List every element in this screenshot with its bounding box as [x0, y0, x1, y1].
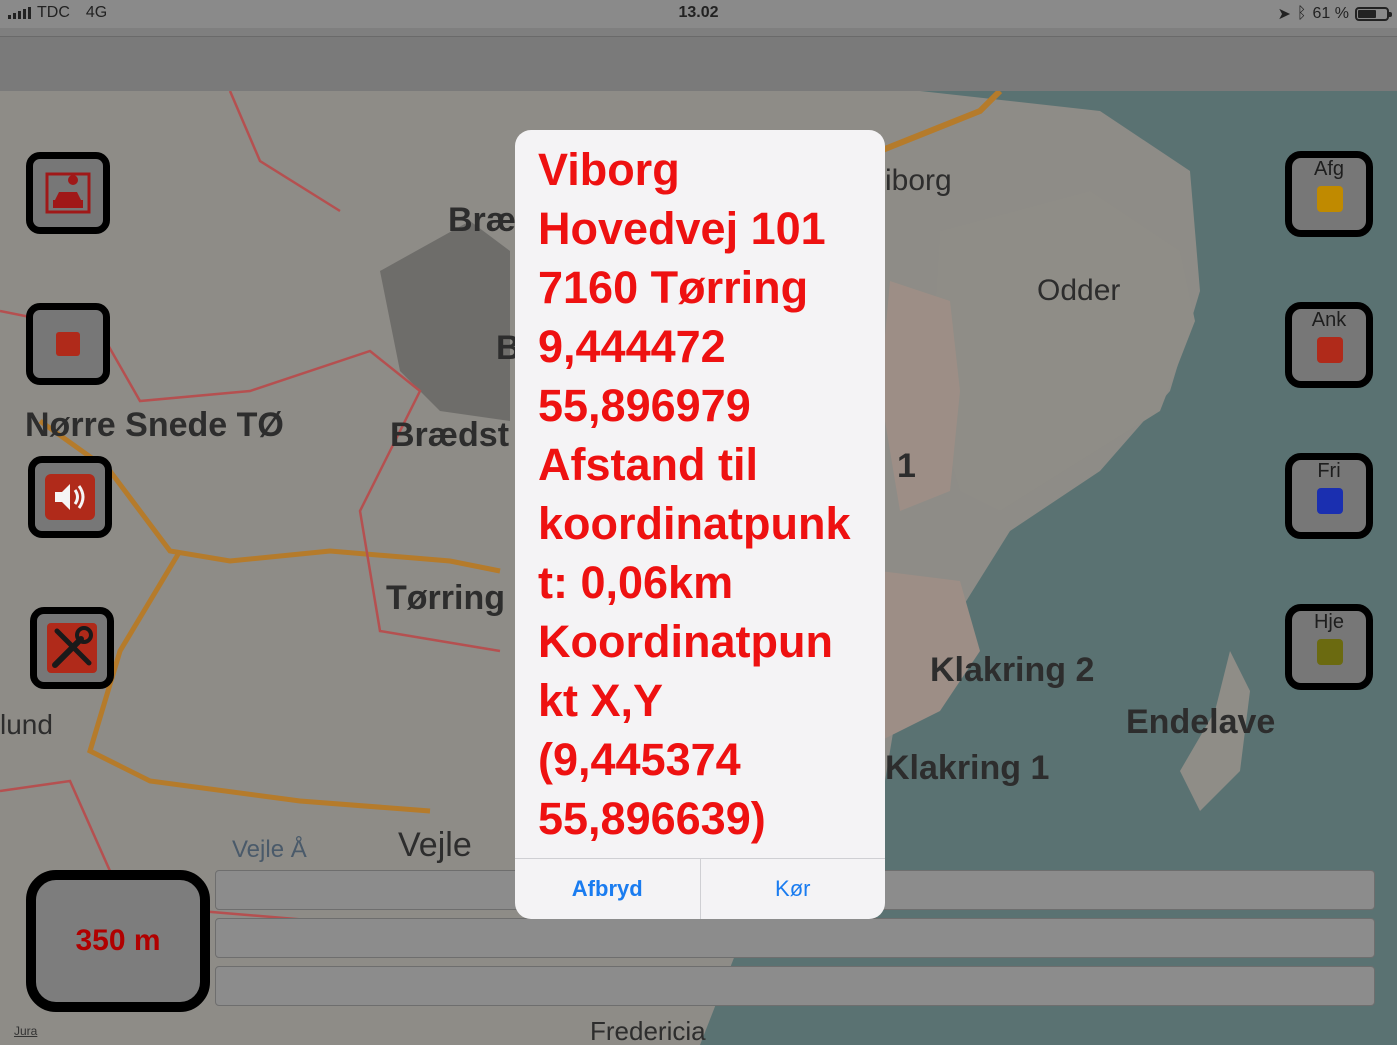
- scale-label: 350 m: [75, 924, 161, 957]
- wrench-screwdriver-icon: [43, 620, 101, 676]
- cancel-button[interactable]: Afbryd: [515, 859, 700, 919]
- place-label: 1: [897, 447, 916, 485]
- settings-button[interactable]: [30, 607, 114, 689]
- alert-line: (9,445374: [538, 734, 741, 785]
- road-north: [878, 91, 1003, 154]
- battery-percent: 61 %: [1312, 5, 1349, 22]
- status-bar: TDC 4G 13.02 ➤ ᛒ 61 %: [0, 0, 1397, 28]
- info-field-3[interactable]: [215, 966, 1375, 1006]
- alert-line: koordinatpunk: [538, 498, 851, 549]
- place-label: Brædst: [390, 416, 510, 454]
- alert-line: 55,896639): [538, 793, 766, 844]
- place-label: Odder: [1037, 274, 1121, 307]
- bluetooth-icon: ᛒ: [1296, 5, 1307, 22]
- navigation-bar: [0, 36, 1397, 92]
- alert-line: Hovedvej 101: [538, 203, 826, 254]
- alert-buttons: Afbryd Kør: [515, 858, 885, 919]
- location-arrow-icon: ➤: [1277, 6, 1291, 23]
- alert-line: 9,444472: [538, 321, 726, 372]
- status-square-icon: [1317, 639, 1343, 665]
- place-label: lund: [0, 709, 53, 740]
- clock: 13.02: [678, 4, 719, 21]
- toggle-ank[interactable]: Ank: [1285, 302, 1373, 388]
- place-label: Bræ: [448, 201, 517, 239]
- place-label: Klakring 1: [885, 749, 1050, 787]
- sound-button[interactable]: [28, 456, 112, 538]
- place-label: Vejle Å: [232, 836, 307, 863]
- toggle-label: Ank: [1311, 309, 1347, 331]
- toggle-fri[interactable]: Fri: [1285, 453, 1373, 539]
- alert-dialog: Viborg Hovedvej 101 7160 Tørring 9,44447…: [515, 130, 885, 919]
- info-field-2[interactable]: [215, 918, 1375, 958]
- status-square-icon: [1317, 337, 1343, 363]
- alert-line: Afstand til: [538, 439, 758, 490]
- status-square-icon: [1317, 488, 1343, 514]
- place-label: Vejle: [398, 826, 472, 864]
- toggle-label: Fri: [1317, 460, 1341, 482]
- alert-line: 7160 Tørring: [538, 262, 809, 313]
- place-label: iborg: [885, 164, 952, 197]
- stop-button[interactable]: [26, 303, 110, 385]
- forest-area: [380, 221, 510, 421]
- map-car-icon: [39, 165, 97, 221]
- toggle-afg[interactable]: Afg: [1285, 151, 1373, 237]
- place-label: Endelave: [1126, 703, 1276, 741]
- alert-line: kt X,Y: [538, 675, 664, 726]
- alert-line: Koordinatpun: [538, 616, 833, 667]
- alert-line: 55,896979: [538, 380, 751, 431]
- border-line-3: [228, 91, 341, 213]
- battery-icon: [1355, 7, 1392, 21]
- status-square-icon: [1317, 186, 1343, 212]
- map-car-button[interactable]: [26, 152, 110, 234]
- toggle-label: Hje: [1313, 611, 1344, 633]
- alert-line: Viborg: [538, 144, 680, 195]
- alert-line: t: 0,06km: [538, 557, 734, 608]
- run-button[interactable]: Kør: [699, 859, 886, 919]
- toggle-label: Afg: [1313, 158, 1345, 180]
- map-attribution[interactable]: Jura: [14, 1024, 37, 1038]
- speaker-icon: [41, 469, 99, 525]
- place-label: Nørre Snede TØ: [25, 406, 284, 444]
- stop-icon: [39, 316, 97, 372]
- place-label: Tørring: [386, 579, 505, 617]
- alert-message: Viborg Hovedvej 101 7160 Tørring 9,44447…: [538, 140, 873, 848]
- place-label: Klakring 2: [930, 651, 1095, 689]
- scale-button[interactable]: 350 m: [26, 870, 210, 1012]
- place-label: Fredericia: [590, 1016, 706, 1045]
- road-south: [87, 549, 431, 814]
- status-right: ➤ ᛒ 61 %: [1277, 4, 1392, 24]
- municipality-highlight: [880, 281, 960, 511]
- toggle-hje[interactable]: Hje: [1285, 604, 1373, 690]
